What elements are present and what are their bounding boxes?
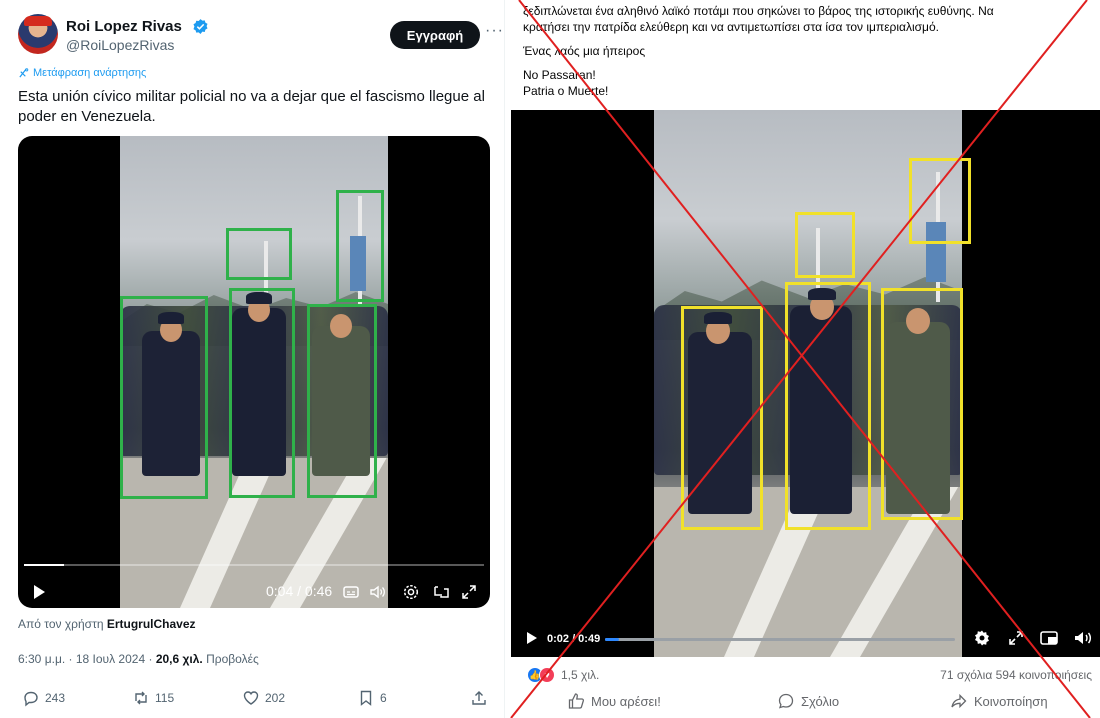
post-text-line: ξεδιπλώνεται ένα αληθινό λαϊκό ποτάμι πο… — [523, 4, 994, 18]
fullscreen-icon[interactable] — [1007, 629, 1025, 647]
detection-box-green — [336, 190, 384, 302]
more-options-button[interactable]: ··· — [485, 22, 504, 40]
translate-post-link[interactable]: Μετάφραση ανάρτησης — [18, 67, 146, 79]
thumbs-up-icon — [568, 693, 585, 709]
detection-box-yellow — [909, 158, 971, 244]
video-progress-bar[interactable] — [24, 564, 484, 566]
user-name[interactable]: Roi Lopez Rivas — [66, 18, 182, 35]
share-icon — [951, 693, 967, 709]
love-reaction-icon: ♥ — [539, 667, 555, 683]
views-label: Προβολές — [206, 652, 259, 666]
reply-icon — [24, 691, 38, 707]
repost-count: 115 — [155, 691, 175, 705]
detection-box-yellow — [785, 282, 871, 530]
reply-button[interactable]: 243 — [22, 689, 65, 707]
share-icon — [472, 691, 486, 705]
like-count: 202 — [265, 691, 286, 705]
facebook-post: ξεδιπλώνεται ένα αληθινό λαϊκό ποτάμι πο… — [505, 0, 1100, 718]
share-label: Κοινοποίηση — [974, 693, 1048, 709]
settings-icon[interactable] — [973, 629, 991, 647]
repost-button[interactable]: 115 — [132, 689, 174, 707]
video-player[interactable]: 0:04 / 0:46 — [18, 136, 490, 608]
detection-box-green — [307, 304, 377, 498]
like-label: Μου αρέσει! — [591, 693, 661, 709]
verified-badge-icon — [193, 19, 208, 34]
like-button[interactable]: 202 — [242, 689, 285, 707]
video-player[interactable]: 0:02 / 0:49 — [511, 110, 1100, 657]
pip-icon[interactable] — [432, 583, 450, 601]
video-source: Από τον χρήστη ErtugrulChavez — [18, 617, 196, 631]
twitter-post: Roi Lopez Rivas @RoiLopezRivas Εγγραφή ·… — [0, 0, 505, 718]
bookmark-count: 6 — [380, 691, 387, 705]
video-time: 0:02 / 0:49 — [547, 633, 601, 645]
comment-button[interactable]: Σχόλιο — [777, 692, 839, 710]
like-icon — [243, 691, 259, 705]
subscribe-button[interactable]: Εγγραφή — [390, 21, 480, 49]
bookmark-button[interactable]: 6 — [357, 689, 387, 707]
translate-label[interactable]: Μετάφραση ανάρτησης — [33, 67, 146, 79]
like-button[interactable]: Μου αρέσει! — [567, 692, 661, 710]
fullscreen-icon[interactable] — [460, 583, 478, 601]
reactions-summary[interactable]: 👍 ♥ 1,5 χιλ. — [527, 667, 599, 683]
reactions-count: 1,5 χιλ. — [561, 668, 600, 682]
user-handle[interactable]: @RoiLopezRivas — [66, 37, 174, 53]
repost-icon — [135, 691, 147, 705]
views-count: 20,6 χιλ. — [155, 652, 203, 666]
post-timestamp[interactable]: 6:30 μ.μ. · 18 Ιουλ 2024 · — [18, 652, 152, 666]
post-text-line: No Passaran! — [523, 68, 596, 82]
pip-icon[interactable] — [1039, 629, 1059, 647]
play-icon[interactable] — [30, 583, 48, 601]
captions-icon[interactable] — [342, 583, 360, 601]
play-icon[interactable] — [525, 631, 539, 645]
avatar[interactable] — [18, 14, 58, 54]
video-progress-bar[interactable] — [605, 638, 955, 641]
share-button[interactable]: Κοινοποίηση — [950, 692, 1048, 710]
post-text: Esta unión cívico militar policial no va… — [18, 88, 485, 125]
share-button[interactable] — [470, 689, 488, 707]
post-meta: 6:30 μ.μ. · 18 Ιουλ 2024 · 20,6 χιλ. Προ… — [18, 652, 259, 666]
comment-label: Σχόλιο — [801, 693, 840, 709]
post-text-line: Ένας λαός μια ήπειρος — [523, 44, 646, 58]
video-time: 0:04 / 0:46 — [266, 583, 333, 599]
video-progress-fill — [24, 564, 65, 566]
volume-icon[interactable] — [368, 583, 386, 601]
detection-box-yellow — [681, 306, 763, 530]
reply-count: 243 — [45, 691, 66, 705]
video-source-user[interactable]: ErtugrulChavez — [107, 617, 196, 631]
post-text-line: κρατήσει την πατρίδα ελεύθερη και να αντ… — [523, 20, 939, 34]
detection-box-green — [226, 228, 292, 280]
detection-box-yellow — [795, 212, 855, 278]
volume-icon[interactable] — [1073, 629, 1093, 647]
settings-icon[interactable] — [402, 583, 420, 601]
post-text-line: Patria o Muerte! — [523, 84, 609, 98]
detection-box-green — [229, 288, 295, 498]
video-source-prefix: Από τον χρήστη — [18, 617, 104, 631]
bookmark-icon — [360, 690, 372, 706]
comments-shares-count[interactable]: 71 σχόλια 594 κοινοποιήσεις — [940, 668, 1092, 682]
translate-icon — [19, 67, 29, 78]
video-progress-fill — [605, 638, 620, 641]
detection-box-yellow — [881, 288, 963, 520]
comment-icon — [778, 693, 794, 709]
detection-box-green — [120, 296, 208, 499]
